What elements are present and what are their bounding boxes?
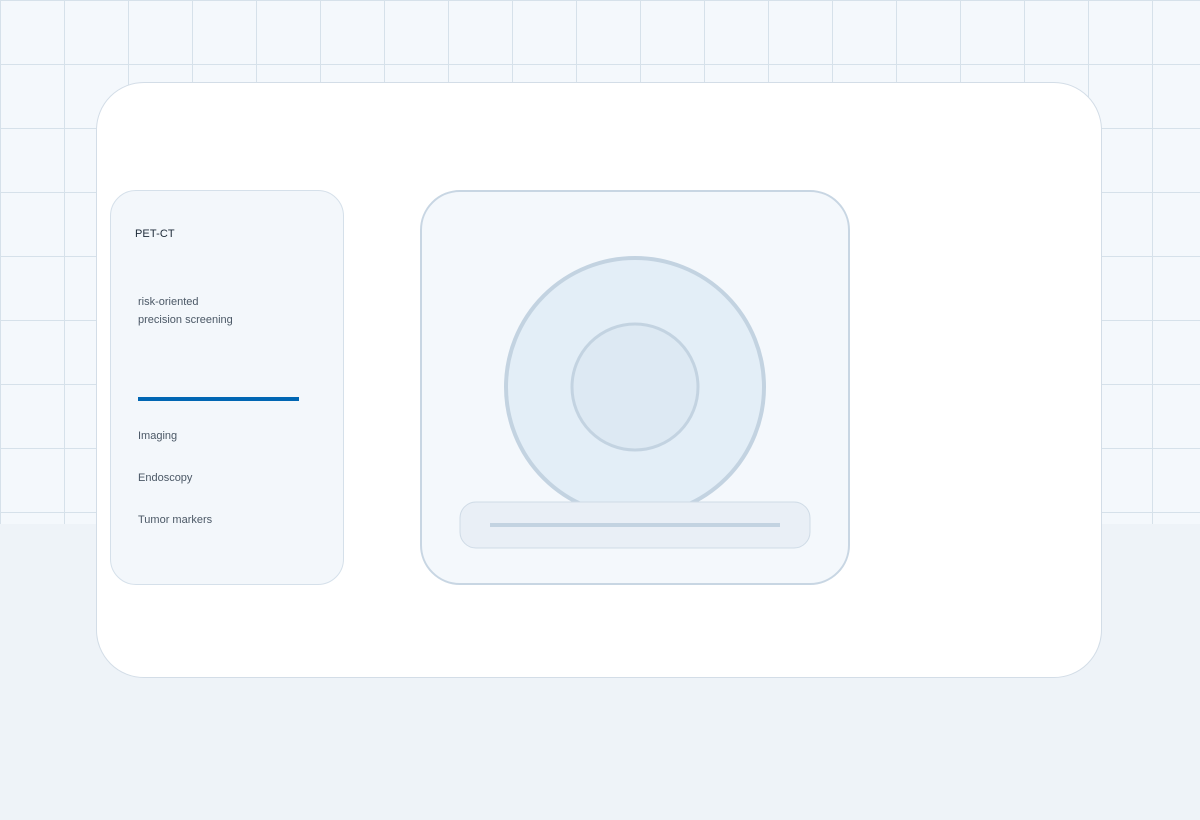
description-line-2: precision screening [138, 314, 233, 326]
category-imaging[interactable]: Imaging [138, 430, 177, 442]
description-line-1: risk-oriented [138, 296, 199, 308]
category-tumor-markers[interactable]: Tumor markers [138, 514, 212, 526]
panel-description: risk-oriented precision screening [138, 293, 318, 329]
accent-divider [138, 397, 299, 401]
category-endoscopy[interactable]: Endoscopy [138, 472, 192, 484]
pet-ct-scanner-icon [459, 256, 811, 549]
panel-title: PET-CT [135, 228, 175, 240]
scanner-bore [570, 322, 700, 452]
